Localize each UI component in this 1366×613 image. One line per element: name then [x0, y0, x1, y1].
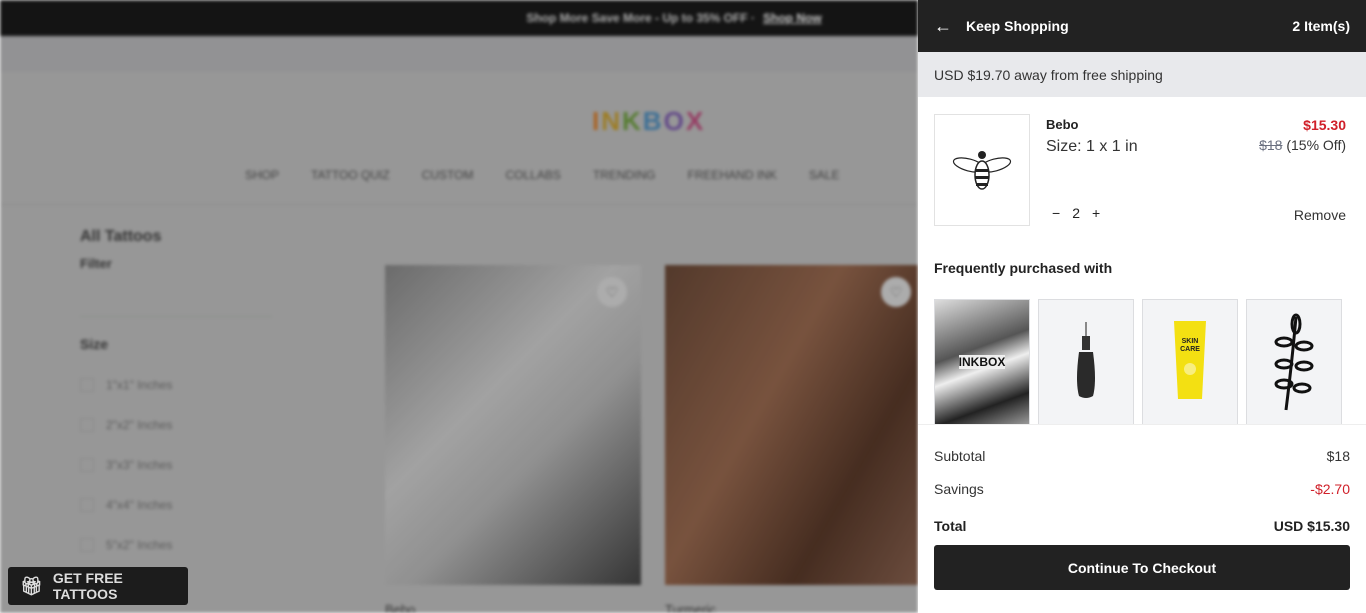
item-count: 2 Item(s): [1292, 18, 1350, 34]
item-original-price: $18 (15% Off): [1259, 137, 1346, 153]
plus-icon[interactable]: +: [1092, 205, 1100, 221]
minus-icon[interactable]: −: [1052, 205, 1060, 221]
checkout-button[interactable]: Continue To Checkout: [934, 545, 1350, 590]
subtotal-row: Subtotal $18: [934, 448, 1350, 464]
subtotal-value: $18: [1326, 448, 1350, 464]
page-background: Shop More Save More - Up to 35% OFF · Sh…: [0, 0, 918, 613]
item-price: $15.30: [1303, 117, 1346, 133]
get-free-tattoos-button[interactable]: 🎁︎ GET FREE TATTOOS: [8, 567, 188, 605]
total-label: Total: [934, 518, 967, 534]
bee-tattoo-image[interactable]: [934, 114, 1030, 226]
svg-text:CARE: CARE: [1180, 346, 1200, 353]
remove-button[interactable]: Remove: [1294, 207, 1346, 223]
cart-item: Bebo Size: 1 x 1 in $15.30 $18 (15% Off)…: [934, 114, 1350, 226]
cart-drawer: ← Keep Shopping 2 Item(s) USD $19.70 awa…: [918, 0, 1366, 613]
keep-shopping-button[interactable]: Keep Shopping: [966, 18, 1069, 34]
quantity-stepper: − 2 +: [1052, 205, 1100, 221]
overlay[interactable]: [0, 0, 918, 613]
item-size: Size: 1 x 1 in: [1046, 138, 1138, 155]
rec-inkbox-collage[interactable]: INKBOX: [934, 299, 1030, 425]
rec-freehand-ink-bottle[interactable]: [1038, 299, 1134, 425]
savings-value: -$2.70: [1310, 481, 1350, 497]
frequently-purchased-title: Frequently purchased with: [934, 260, 1113, 276]
total-row: Total USD $15.30: [934, 518, 1350, 534]
savings-label: Savings: [934, 481, 984, 497]
arrow-left-icon[interactable]: ←: [934, 16, 952, 37]
rec-skin-care-tube[interactable]: SKIN CARE: [1142, 299, 1238, 425]
rec-leaf-tattoo[interactable]: [1246, 299, 1342, 425]
discount: (15% Off): [1286, 137, 1346, 153]
recommendations: INKBOX SKIN CARE: [934, 299, 1342, 425]
item-name[interactable]: Bebo: [1046, 117, 1079, 132]
original-price: $18: [1259, 137, 1283, 153]
total-value: USD $15.30: [1273, 518, 1350, 534]
gift-button-label: GET FREE TATTOOS: [52, 570, 123, 602]
subtotal-label: Subtotal: [934, 448, 986, 464]
savings-row: Savings -$2.70: [934, 481, 1350, 497]
order-summary: Subtotal $18 Savings -$2.70 Total USD $15.3…: [918, 424, 1366, 613]
shipping-notice: USD $19.70 away from free shipping: [918, 52, 1366, 97]
svg-text:SKIN: SKIN: [1182, 338, 1199, 345]
cart-header: ← Keep Shopping 2 Item(s): [918, 0, 1366, 52]
gift-icon: 🎁︎: [20, 575, 43, 596]
quantity-value: 2: [1072, 205, 1080, 221]
